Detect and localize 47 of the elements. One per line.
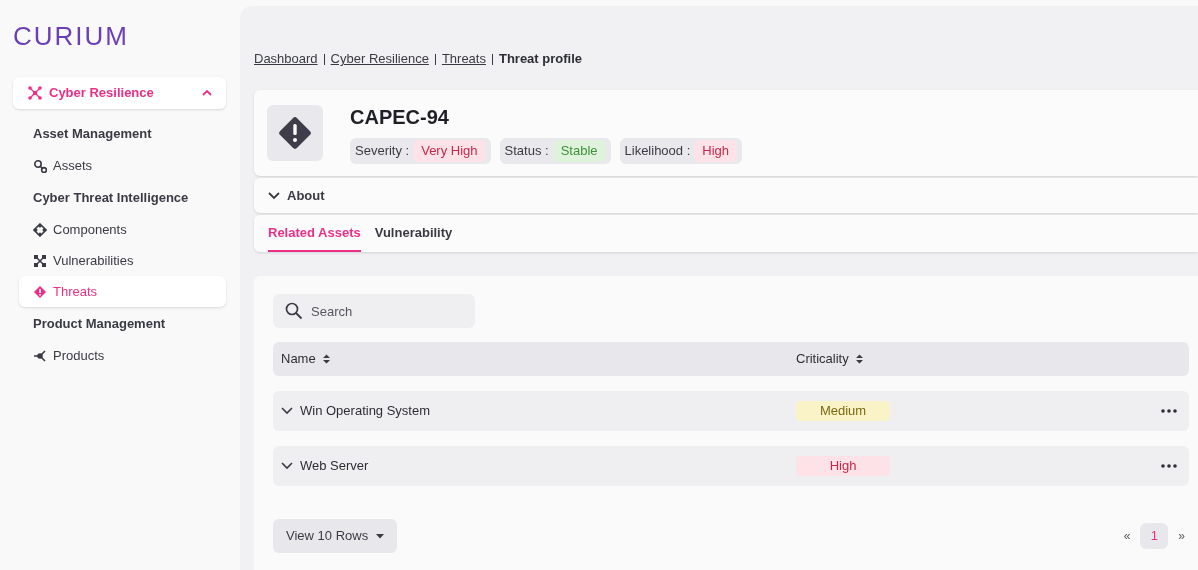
nav-item[interactable]: Threats [19, 276, 226, 307]
sort-icon [321, 354, 331, 364]
search-icon [285, 302, 303, 320]
previous-page-button[interactable]: « [1119, 527, 1135, 545]
tag-label: Status : [504, 142, 549, 161]
about-toggle[interactable]: About [254, 178, 1198, 213]
nav-group-button[interactable]: Cyber Resilience [13, 77, 226, 109]
nav-item[interactable]: Products [33, 340, 226, 371]
nav-item[interactable]: Assets [33, 150, 226, 181]
rows-per-page-dropdown[interactable]: View 10 Rows [273, 519, 398, 553]
diamond-nodes-icon [33, 222, 47, 237]
tag-label: Likelihood : [624, 142, 691, 161]
tab[interactable]: Related Assets [268, 215, 361, 252]
column-header[interactable]: Criticality [796, 349, 849, 369]
more-icon [1161, 409, 1177, 413]
nav-section-heading: Cyber Threat Intelligence [33, 189, 190, 207]
sort-icon [854, 354, 864, 364]
column-header[interactable]: Name [281, 349, 316, 369]
more-icon [1161, 464, 1177, 468]
logo: CURIUM [13, 20, 130, 52]
search-field[interactable]: Search [273, 294, 475, 328]
caret-icon [376, 533, 385, 539]
nav-item[interactable]: Vulnerabilities [33, 245, 226, 276]
chevron-icon [202, 90, 212, 96]
tag-value: High [694, 140, 738, 162]
tag-value: Very High [413, 140, 486, 162]
breadcrumb-current: Threat profile [498, 50, 583, 69]
tab[interactable]: Vulnerability [374, 215, 453, 252]
warning-diamond-icon [33, 284, 47, 299]
branch-icon [33, 348, 47, 363]
next-page-button[interactable]: » [1174, 527, 1189, 545]
breadcrumb-link[interactable]: Dashboard [254, 49, 318, 69]
tag-label: Severity : [355, 142, 410, 161]
breadcrumb-link[interactable]: Threats [441, 49, 486, 69]
nav-section-heading: Product Management [33, 315, 167, 333]
breadcrumb-link[interactable]: Cyber Resilience [330, 49, 429, 69]
chevron-icon [268, 191, 280, 200]
network-icon [27, 85, 43, 101]
criticality-badge: High [796, 456, 890, 476]
nav-section-heading: Asset Management [33, 125, 153, 143]
tag-value: Stable [552, 140, 606, 162]
table-cell-text: Win Operating System [300, 402, 431, 421]
nav-item[interactable]: Components [33, 214, 226, 245]
threat-title: CAPEC-94 [350, 105, 450, 130]
table-cell-text: Web Server [300, 457, 369, 476]
criticality-badge: Medium [796, 401, 890, 421]
cross-squares-icon [33, 253, 47, 268]
